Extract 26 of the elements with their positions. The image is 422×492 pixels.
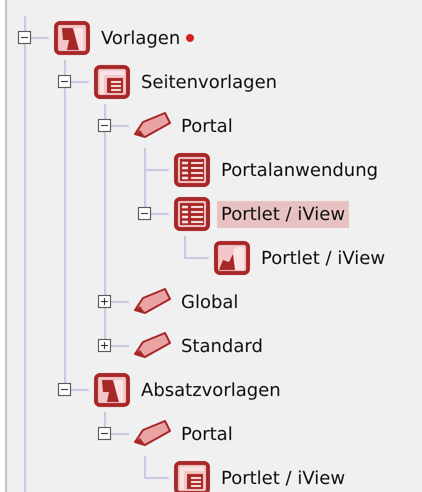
- expand-toggle[interactable]: [98, 119, 111, 132]
- tree-item[interactable]: Absatzvorlagen: [137, 376, 285, 404]
- tree-item[interactable]: Portal: [177, 112, 237, 140]
- tree-item[interactable]: Standard: [177, 332, 267, 360]
- tree-item[interactable]: Portal: [177, 420, 237, 448]
- tree-item[interactable]: Portlet / iView: [257, 244, 390, 272]
- folder-icon: [93, 372, 131, 408]
- tree-item[interactable]: Global: [177, 288, 242, 316]
- page-template-icon: [173, 460, 211, 492]
- tree-item[interactable]: Portlet / iView: [217, 200, 350, 228]
- expand-toggle[interactable]: [98, 427, 111, 440]
- expand-toggle[interactable]: [58, 383, 71, 396]
- tree-item[interactable]: Vorlagen: [97, 24, 184, 52]
- portlet-icon: [213, 240, 251, 276]
- expand-toggle[interactable]: [58, 75, 71, 88]
- list-page-icon: [173, 152, 211, 188]
- tree-item[interactable]: Portlet / iView: [217, 464, 350, 492]
- expand-toggle[interactable]: [138, 207, 151, 220]
- list-page-icon: [173, 196, 211, 232]
- folder-icon: [53, 20, 91, 56]
- expand-toggle[interactable]: [18, 31, 31, 44]
- expand-toggle[interactable]: [98, 295, 111, 308]
- tree-item[interactable]: Portalanwendung: [217, 156, 382, 184]
- page-template-icon: [93, 64, 131, 100]
- tree-item[interactable]: Seitenvorlagen: [137, 68, 282, 96]
- expand-toggle[interactable]: [98, 339, 111, 352]
